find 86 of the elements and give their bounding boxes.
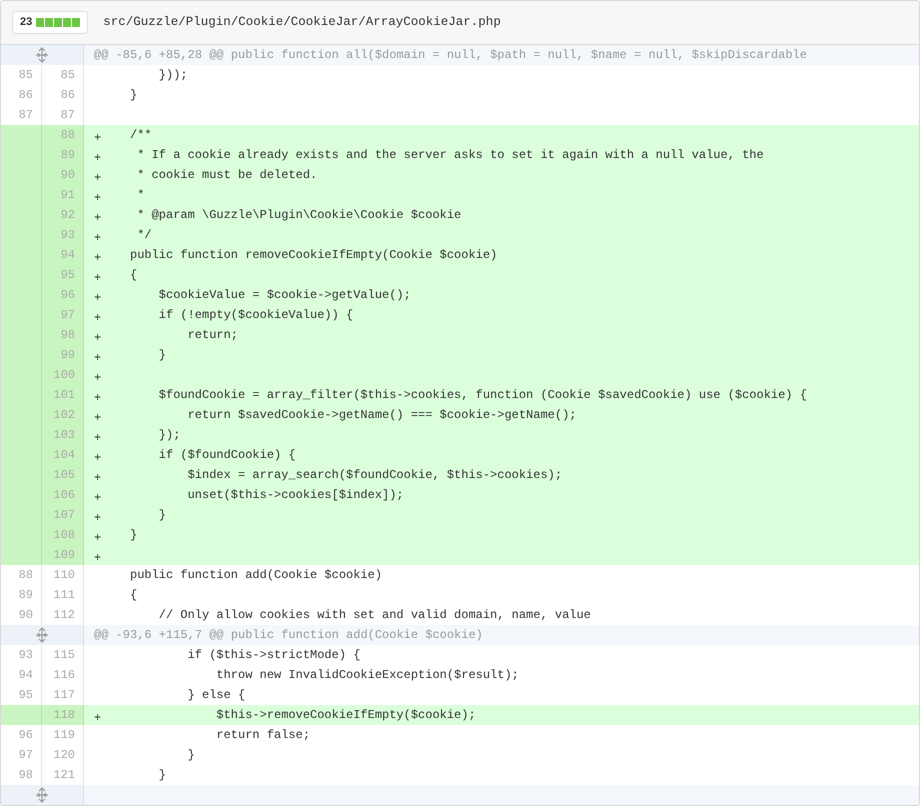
addition-marker: + [94,371,102,385]
addition-marker: + [94,351,102,365]
hunk-header: @@ -85,6 +85,28 @@ public function all($domain = null, $path = null, $name = null, $skipDiscardable [84,45,919,65]
code-text: }); [158,427,180,444]
line-number: 101 [42,385,84,405]
addition-marker: + [94,471,102,485]
additions-count: 23 [20,15,32,30]
line-number: 109 [42,545,84,565]
line-number: 97 [42,305,84,325]
expand-icon[interactable] [35,627,49,643]
addition-marker: + [94,151,102,165]
code-text: */ [136,227,152,244]
expand-icon[interactable] [35,47,49,63]
addition-marker: + [94,251,102,265]
code-text: * If a cookie already exists and the server asks to set it again with a null value, the [136,147,764,164]
expand-icon[interactable] [35,787,49,803]
code-text: if (!empty($cookieValue)) { [158,307,354,324]
code-text: } else { [186,687,246,704]
line-number: 96 [42,285,84,305]
code-text: } [128,527,138,544]
code-text: } [158,507,166,524]
line-number: 92 [42,205,84,225]
addition-marker: + [94,271,102,285]
code-text: })); [158,67,188,84]
code-text: // Only allow cookies with set and valid domain, name, value [158,607,591,624]
code-text: * [136,187,144,204]
addition-marker: + [94,511,102,525]
code-text: * cookie must be deleted. [136,167,318,184]
code-text: } [128,87,138,104]
addition-marker: + [94,431,102,445]
addition-marker: + [94,291,102,305]
line-number: 89 [42,145,84,165]
addition-marker: + [94,211,102,225]
line-number: 106 [42,485,84,505]
line-number: 105 [42,465,84,485]
line-number: 94 [42,245,84,265]
line-number: 99 [42,345,84,365]
code-text: $foundCookie = array_filter($this->cookies, function (Cookie $savedCookie) use ($cookie) { [158,387,807,404]
line-number: 104 [42,445,84,465]
code-text: $this->removeCookieIfEmpty($cookie); [215,707,476,724]
code-text: public function removeCookieIfEmpty(Cookie $cookie) [128,247,498,264]
line-number: 95 [42,265,84,285]
addition-marker: + [94,191,102,205]
addition-marker: + [94,391,102,405]
line-number: 91 [42,185,84,205]
code-text: } [158,767,166,784]
code-text: if ($foundCookie) { [158,447,296,464]
line-number: 107 [42,505,84,525]
addition-marker: + [94,711,102,725]
addition-marker: + [94,171,102,185]
line-number: 103 [42,425,84,445]
code-text: public function add(Cookie $cookie) [128,567,382,584]
code-text: } [186,747,195,764]
code-text: { [128,587,138,604]
addition-marker: + [94,311,102,325]
line-number: 108 [42,525,84,545]
file-path: src/Guzzle/Plugin/Cookie/CookieJar/ArrayCookieJar.php [103,14,501,32]
line-number: 118 [42,705,84,725]
code-text: /** [128,127,152,144]
addition-marker: + [94,551,102,565]
hunk-header: @@ -93,6 +115,7 @@ public function add(Cookie $cookie) [84,625,919,645]
addition-marker: + [94,451,102,465]
code-text: * @param \Guzzle\Plugin\Cookie\Cookie $cookie [136,207,462,224]
line-number: 100 [42,365,84,385]
line-number: 90 [42,165,84,185]
addition-marker: + [94,131,102,145]
addition-marker: + [94,491,102,505]
code-text: } [158,347,166,364]
code-text: if ($this->strictMode) { [186,647,360,664]
code-text: $index = array_search($foundCookie, $this->cookies); [186,467,562,484]
code-text: $cookieValue = $cookie->getValue(); [158,287,411,304]
code-text: return; [186,327,238,344]
code-text: return $savedCookie->getName() === $cookie->getName(); [186,407,576,424]
addition-marker: + [94,331,102,345]
line-number: 93 [42,225,84,245]
code-text: throw new InvalidCookieException($result); [215,667,519,684]
diffstat-icon [36,18,80,27]
line-number: 102 [42,405,84,425]
addition-marker: + [94,531,102,545]
code-text: unset($this->cookies[$index]); [186,487,404,504]
line-number: 98 [42,325,84,345]
code-text: return false; [215,727,310,744]
addition-marker: + [94,411,102,425]
line-number: 88 [42,125,84,145]
code-text: { [128,267,138,284]
addition-marker: + [94,231,102,245]
